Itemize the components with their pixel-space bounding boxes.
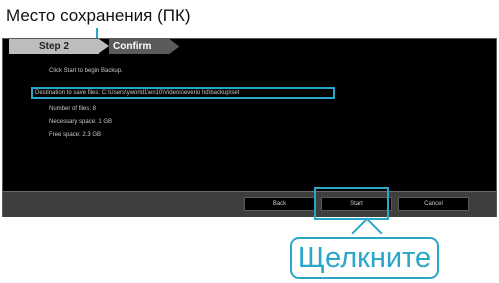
backup-confirm-dialog: Step 2 Confirm Click Start to begin Back… <box>2 38 497 217</box>
step-arrow-icon <box>99 39 109 53</box>
step-2-tab: Step 2 <box>9 39 99 54</box>
start-button-highlight <box>314 187 389 220</box>
instruction-text: Click Start to begin Backup. <box>49 68 123 74</box>
destination-path-text: Destination to save files: C:\Users\ywor… <box>35 90 240 96</box>
necessary-space-text: Necessary space: 1 GB <box>49 119 113 125</box>
confirm-step-tab: Confirm <box>109 39 179 54</box>
back-button[interactable]: Back <box>244 197 315 211</box>
free-space-text: Free space: 2.3 GB <box>49 132 102 138</box>
step-2-label: Step 2 <box>39 41 70 52</box>
file-count-text: Number of files: 8 <box>49 106 97 112</box>
step-indicator: Step 2 Confirm <box>3 39 496 54</box>
save-location-caption: Место сохранения (ПК) <box>6 6 191 25</box>
click-instruction-label: Щелкните <box>297 242 432 274</box>
button-bar: Back Start Cancel <box>3 191 496 217</box>
cancel-button[interactable]: Cancel <box>398 197 469 211</box>
